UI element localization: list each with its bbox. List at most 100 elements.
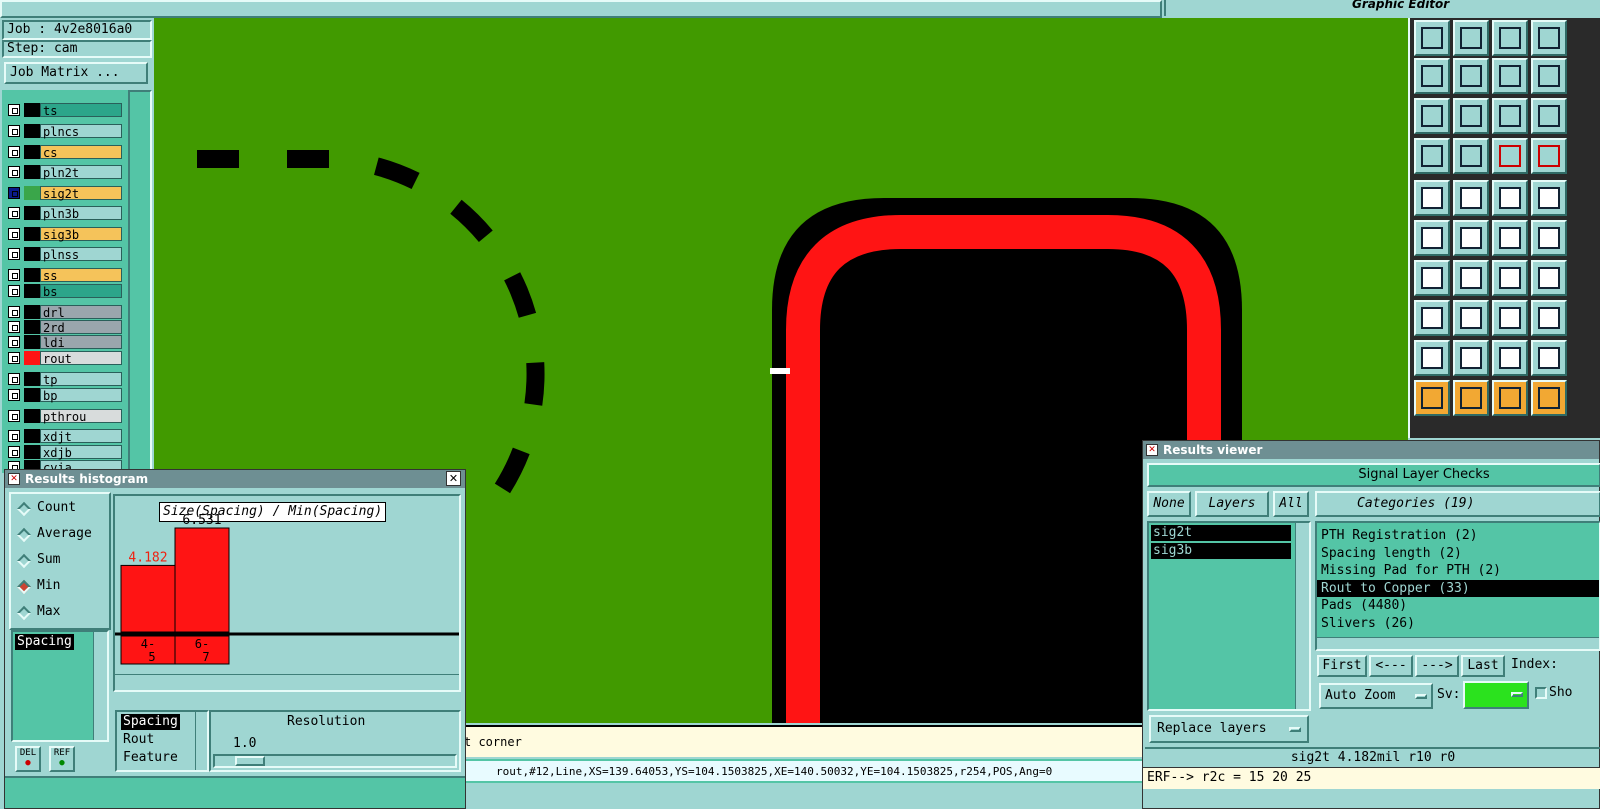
- close-icon[interactable]: ✕: [446, 471, 461, 486]
- layer-checkbox[interactable]: [8, 352, 20, 364]
- layer-color-swatch[interactable]: [24, 372, 40, 386]
- scale-button[interactable]: [1492, 98, 1528, 134]
- layer-color-swatch[interactable]: [24, 429, 40, 443]
- layer-color-swatch[interactable]: [24, 186, 40, 200]
- layer-checkbox[interactable]: [8, 373, 20, 385]
- mode-radio-min[interactable]: [16, 579, 32, 595]
- layer-color-swatch[interactable]: [24, 320, 40, 334]
- mirror-button[interactable]: [1531, 58, 1567, 94]
- layer-name[interactable]: sig3b: [40, 227, 122, 242]
- layer-color-swatch[interactable]: [24, 247, 40, 261]
- layer-row-plnss[interactable]: plnss: [6, 246, 124, 262]
- resolution-slider-thumb[interactable]: [235, 756, 265, 766]
- layer-checkbox[interactable]: [8, 187, 20, 199]
- layer-color-swatch[interactable]: [24, 335, 40, 349]
- line-delete-button[interactable]: [1453, 300, 1489, 336]
- viewer-titlebar[interactable]: ✕ Results viewer: [1143, 441, 1599, 459]
- layer-list-scrollbar[interactable]: [128, 90, 152, 473]
- layer-checkbox[interactable]: [8, 125, 20, 137]
- layer-name[interactable]: plnss: [40, 247, 122, 262]
- layer-checkbox[interactable]: [8, 269, 20, 281]
- move-up-button[interactable]: [1414, 20, 1450, 56]
- hist-h-scrollbar[interactable]: [115, 674, 459, 688]
- select-box-button[interactable]: [1453, 380, 1489, 416]
- layer-name[interactable]: 2rd: [40, 320, 122, 335]
- layer-color-swatch[interactable]: [24, 268, 40, 282]
- layer-color-swatch[interactable]: [24, 124, 40, 138]
- category-item[interactable]: Slivers (26): [1317, 615, 1599, 632]
- del-button[interactable]: DEL ●: [15, 746, 41, 772]
- layer-row-bp[interactable]: bp: [6, 387, 124, 403]
- feature-type-item[interactable]: Spacing: [121, 714, 180, 730]
- histogram-list-item[interactable]: Spacing: [15, 634, 74, 650]
- viewer-layer-scrollbar[interactable]: [1295, 523, 1309, 709]
- histogram-list-scrollbar[interactable]: [93, 632, 107, 740]
- mode-radio-sum[interactable]: [16, 553, 32, 569]
- triangle-up-button[interactable]: [1453, 340, 1489, 376]
- category-h-scrollbar[interactable]: [1317, 637, 1599, 649]
- dot-button[interactable]: [1531, 180, 1567, 216]
- angle-button[interactable]: [1414, 260, 1450, 296]
- layer-name[interactable]: pln3b: [40, 206, 122, 221]
- feature-type-scrollbar[interactable]: [195, 712, 207, 770]
- histogram-bar[interactable]: [120, 564, 176, 633]
- pad-add-button[interactable]: [1414, 300, 1450, 336]
- layer-checkbox[interactable]: [8, 389, 20, 401]
- layer-row-ts[interactable]: ts: [6, 102, 124, 118]
- layer-color-swatch[interactable]: [24, 165, 40, 179]
- rotate-button[interactable]: [1492, 58, 1528, 94]
- all-button[interactable]: All: [1273, 491, 1309, 517]
- layer-checkbox[interactable]: [8, 430, 20, 442]
- layer-row-rout[interactable]: rout: [6, 350, 124, 366]
- layer-name[interactable]: ss: [40, 268, 122, 283]
- none-button[interactable]: None: [1147, 491, 1191, 517]
- delete-point-button[interactable]: [1453, 220, 1489, 256]
- layer-name[interactable]: pln2t: [40, 165, 122, 180]
- pad-button[interactable]: [1414, 180, 1450, 216]
- layer-checkbox[interactable]: [8, 166, 20, 178]
- job-matrix-button[interactable]: Job Matrix ...: [4, 62, 148, 84]
- line-button[interactable]: [1453, 260, 1489, 296]
- layer-checkbox[interactable]: [8, 228, 20, 240]
- layer-name[interactable]: tp: [40, 372, 122, 387]
- layer-color-swatch[interactable]: [24, 351, 40, 365]
- layer-color-swatch[interactable]: [24, 206, 40, 220]
- first-button[interactable]: First: [1317, 655, 1367, 677]
- add-point-button[interactable]: [1492, 220, 1528, 256]
- layer-name[interactable]: ldi: [40, 335, 122, 350]
- layer-row-tp[interactable]: tp: [6, 371, 124, 387]
- grid-button[interactable]: [1531, 20, 1567, 56]
- stretch-button[interactable]: [1492, 300, 1528, 336]
- viewer-layer-item[interactable]: sig3b: [1151, 543, 1291, 559]
- select-touch-button[interactable]: [1492, 380, 1528, 416]
- layer-name[interactable]: xdjt: [40, 429, 122, 444]
- measure-button[interactable]: [1414, 138, 1450, 174]
- feature-type-item[interactable]: Feature: [121, 750, 180, 766]
- category-item[interactable]: PTH Registration (2): [1317, 527, 1599, 544]
- fit-vertical-button[interactable]: [1414, 98, 1450, 134]
- layer-color-swatch[interactable]: [24, 103, 40, 117]
- category-item[interactable]: Spacing length (2): [1317, 545, 1599, 562]
- category-item[interactable]: Missing Pad for PTH (2): [1317, 562, 1599, 579]
- help-button[interactable]: [1531, 98, 1567, 134]
- layer-color-swatch[interactable]: [24, 145, 40, 159]
- triangle-select-button[interactable]: [1492, 340, 1528, 376]
- layer-row-xdjb[interactable]: xdjb: [6, 444, 124, 460]
- layer-name[interactable]: xdjb: [40, 445, 122, 460]
- sv-color-dropdown[interactable]: [1463, 681, 1529, 709]
- layer-name[interactable]: pthrou: [40, 409, 122, 424]
- snap-button[interactable]: [1453, 138, 1489, 174]
- fit-center-button[interactable]: [1453, 98, 1489, 134]
- layer-checkbox[interactable]: [8, 446, 20, 458]
- layer-color-swatch[interactable]: [24, 445, 40, 459]
- ruler-button[interactable]: [1492, 180, 1528, 216]
- histogram-bar[interactable]: [174, 527, 230, 633]
- command-line[interactable]: ERF--> r2c = 15 20 25: [1143, 767, 1600, 789]
- triangle-button[interactable]: [1414, 340, 1450, 376]
- move-down-button[interactable]: [1453, 20, 1489, 56]
- layer-checkbox[interactable]: [8, 410, 20, 422]
- layer-color-swatch[interactable]: [24, 409, 40, 423]
- window-menu-icon[interactable]: ✕: [1146, 444, 1158, 456]
- window-menu-icon[interactable]: ✕: [8, 473, 20, 485]
- layer-checkbox[interactable]: [8, 336, 20, 348]
